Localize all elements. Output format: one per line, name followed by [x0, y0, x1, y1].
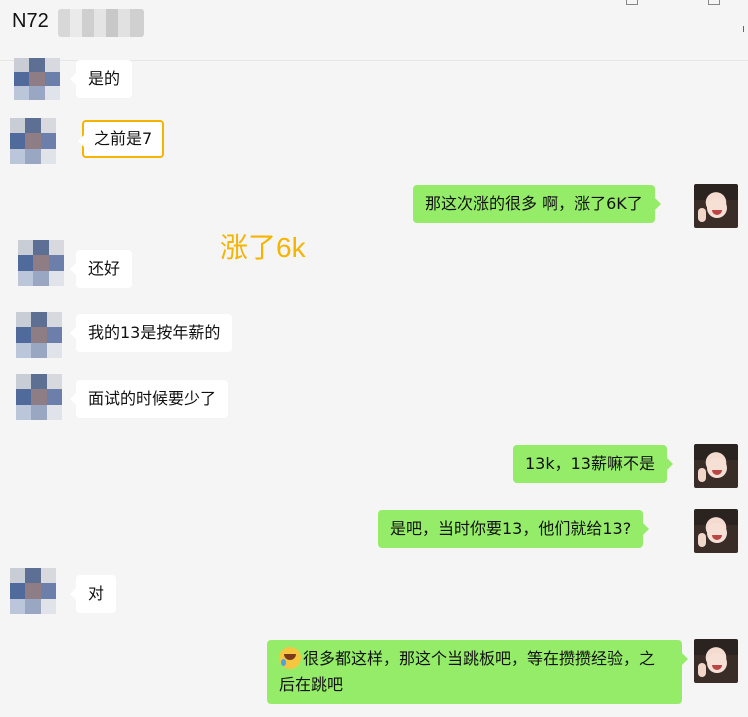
window-edge-icon	[743, 26, 748, 32]
message-bubble-outgoing[interactable]: 是吧，当时你要13，他们就给13?	[378, 510, 650, 548]
contact-avatar[interactable]	[10, 118, 56, 164]
laughing-crying-emoji-icon	[279, 647, 301, 669]
message-text: 很多都这样，那这个当跳板吧，等在攒攒经验，之后在跳吧	[279, 649, 656, 694]
avatar-hand	[698, 533, 706, 547]
avatar-hand	[698, 663, 706, 677]
message-bubble-incoming[interactable]: 面试的时候要少了	[69, 380, 229, 418]
message-bubble-incoming[interactable]: 我的13是按年薪的	[69, 314, 233, 352]
header-icon[interactable]	[626, 0, 638, 5]
message-bubble-outgoing[interactable]: 那这次涨的很多 啊，涨了6K了	[413, 185, 661, 223]
self-avatar[interactable]	[694, 639, 738, 683]
contact-avatar[interactable]	[14, 58, 60, 100]
message-bubble-incoming[interactable]: 是的	[69, 60, 133, 98]
message-bubble-incoming[interactable]: 还好	[69, 250, 133, 288]
message-bubble-incoming-highlighted[interactable]: 之前是7	[77, 120, 165, 158]
chat-title[interactable]: N72	[12, 10, 49, 33]
message-bubble-incoming[interactable]: 对	[69, 575, 117, 613]
contact-avatar[interactable]	[18, 240, 64, 286]
avatar-face	[707, 653, 727, 673]
self-avatar[interactable]	[694, 444, 738, 488]
avatar-face	[707, 198, 727, 218]
contact-avatar[interactable]	[16, 312, 62, 358]
self-avatar[interactable]	[694, 184, 738, 228]
self-avatar[interactable]	[694, 509, 738, 553]
message-bubble-outgoing[interactable]: 13k，13薪嘛不是	[513, 445, 673, 483]
chat-header: N72	[0, 0, 748, 61]
header-icon[interactable]	[708, 0, 720, 5]
avatar-face	[707, 458, 727, 478]
message-bubble-outgoing[interactable]: 很多都这样，那这个当跳板吧，等在攒攒经验，之后在跳吧	[267, 640, 688, 704]
blurred-title-suffix	[58, 9, 144, 37]
avatar-hand	[698, 208, 706, 222]
contact-avatar[interactable]	[16, 374, 62, 420]
contact-avatar[interactable]	[10, 568, 56, 614]
avatar-face	[707, 523, 727, 543]
avatar-hand	[698, 468, 706, 482]
annotation-text: 涨了6k	[220, 232, 306, 263]
